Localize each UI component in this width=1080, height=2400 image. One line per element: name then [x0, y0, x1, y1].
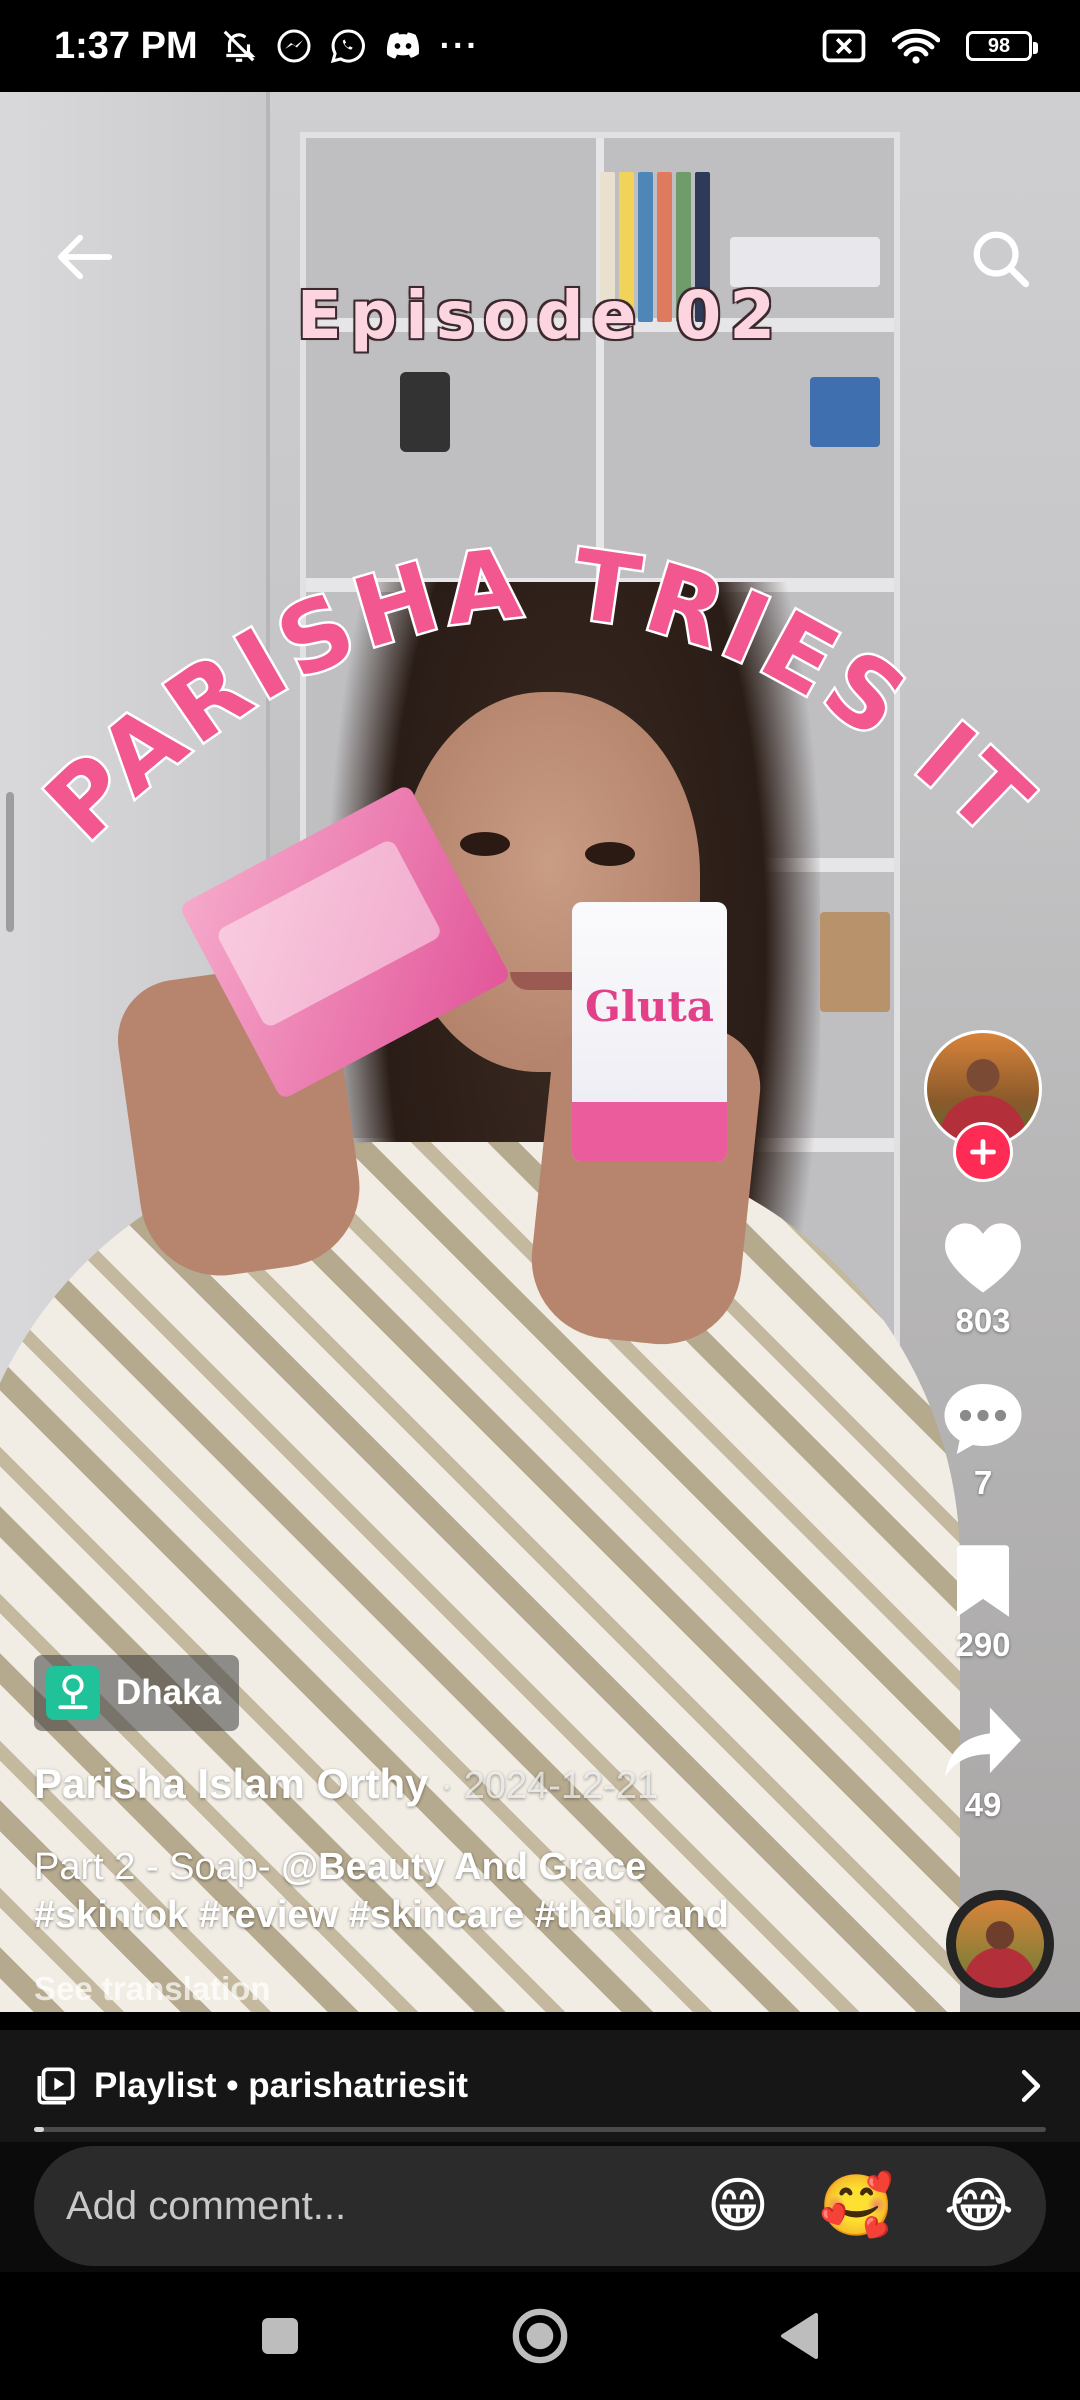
shelf-bag [820, 912, 890, 1012]
chevron-right-icon [1021, 2069, 1041, 2103]
svg-text:PARISHA TRIES IT: PARISHA TRIES IT [40, 527, 1040, 862]
share-count: 49 [964, 1786, 1002, 1823]
system-navigation-bar [0, 2272, 1080, 2400]
product-label: Gluta [585, 982, 714, 1031]
mention-link[interactable]: @Beauty And Grace [281, 1846, 646, 1888]
action-column: 803 7 290 49 [908, 1030, 1058, 1824]
square-icon [262, 2318, 298, 2354]
wifi-icon [892, 28, 940, 64]
battery-level: 98 [987, 34, 1011, 57]
post-date: · 2024-12-21 [440, 1765, 659, 1807]
video-progress-fill [34, 2127, 45, 2132]
share-button[interactable]: 49 [941, 1704, 1025, 1824]
comment-input[interactable]: Add comment... 😁 🥰 😂 [34, 2146, 1046, 2266]
status-right: 98 [822, 27, 1038, 65]
messenger-icon [277, 29, 311, 63]
arrow-left-icon [57, 234, 113, 280]
heart-face-emoji-button[interactable]: 🥰 [819, 2176, 894, 2236]
status-bar: 1:37 PM ··· 98 [0, 0, 1080, 92]
more-notifications: ··· [439, 26, 480, 65]
recents-button[interactable] [248, 2304, 312, 2368]
discord-icon [386, 32, 419, 59]
see-translation-link[interactable]: See translation [34, 1970, 271, 2008]
search-button[interactable] [962, 220, 1038, 296]
caption: Part 2 - Soap- @Beauty And Grace [34, 1840, 934, 1894]
search-icon [973, 231, 1030, 288]
video-progress-bar[interactable] [34, 2127, 1046, 2132]
heart-icon [945, 1223, 1021, 1293]
bookmark-icon [957, 1545, 1009, 1617]
author-line: Parisha Islam Orthy · 2024-12-21 [34, 1760, 658, 1808]
back-button[interactable] [50, 222, 120, 292]
location-tag[interactable]: Dhaka [34, 1655, 240, 1731]
bell-muted-icon [223, 30, 256, 62]
grin-emoji-button[interactable]: 😁 [707, 2176, 770, 2236]
creator-profile [924, 1030, 1042, 1190]
circle-icon [512, 2308, 568, 2364]
quick-emoji-row: 😁 🥰 😂 [707, 2176, 1014, 2236]
location-pin-icon [46, 1666, 100, 1720]
location-label: Dhaka [116, 1673, 222, 1712]
comment-bubble-icon [944, 1384, 1022, 1454]
notification-icons: ··· [220, 27, 480, 66]
triangle-back-icon [781, 2313, 818, 2359]
laughing-emoji-button[interactable]: 😂 [944, 2176, 1014, 2236]
status-time: 1:37 PM [54, 24, 198, 67]
save-button[interactable]: 290 [952, 1542, 1014, 1664]
playlist-label: Playlist • parishatriesit [94, 2066, 469, 2105]
nav-back-button[interactable] [768, 2304, 832, 2368]
comment-button[interactable]: 7 [941, 1380, 1025, 1502]
like-count: 803 [955, 1302, 1011, 1339]
music-disc[interactable] [946, 1890, 1054, 1998]
hashtags[interactable]: #skintok #review #skincare #thaibrand [34, 1894, 729, 1937]
like-button[interactable]: 803 [940, 1218, 1026, 1340]
playlist-icon [37, 2067, 75, 2105]
battery-indicator: 98 [966, 31, 1038, 61]
author-name[interactable]: Parisha Islam Orthy [34, 1760, 429, 1808]
comment-placeholder: Add comment... [66, 2183, 347, 2228]
home-button[interactable] [508, 2304, 572, 2368]
no-sim-icon [822, 29, 866, 63]
series-title: PARISHA TRIES IT [40, 524, 1040, 864]
follow-button[interactable] [953, 1122, 1013, 1182]
series-title-text: PARISHA TRIES IT [40, 524, 1040, 864]
plus-icon [970, 1139, 996, 1165]
caption-text: Part 2 - Soap- [34, 1846, 282, 1888]
comment-count: 7 [973, 1464, 993, 1501]
share-arrow-icon [945, 1707, 1021, 1777]
product-box-gluta: Gluta [572, 902, 727, 1162]
status-left: 1:37 PM ··· [54, 25, 480, 68]
episode-title: Episode 02 [296, 277, 784, 354]
whatsapp-icon [330, 29, 365, 64]
save-count: 290 [955, 1626, 1011, 1663]
playlist-bar[interactable]: Playlist • parishatriesit [0, 2030, 1080, 2142]
